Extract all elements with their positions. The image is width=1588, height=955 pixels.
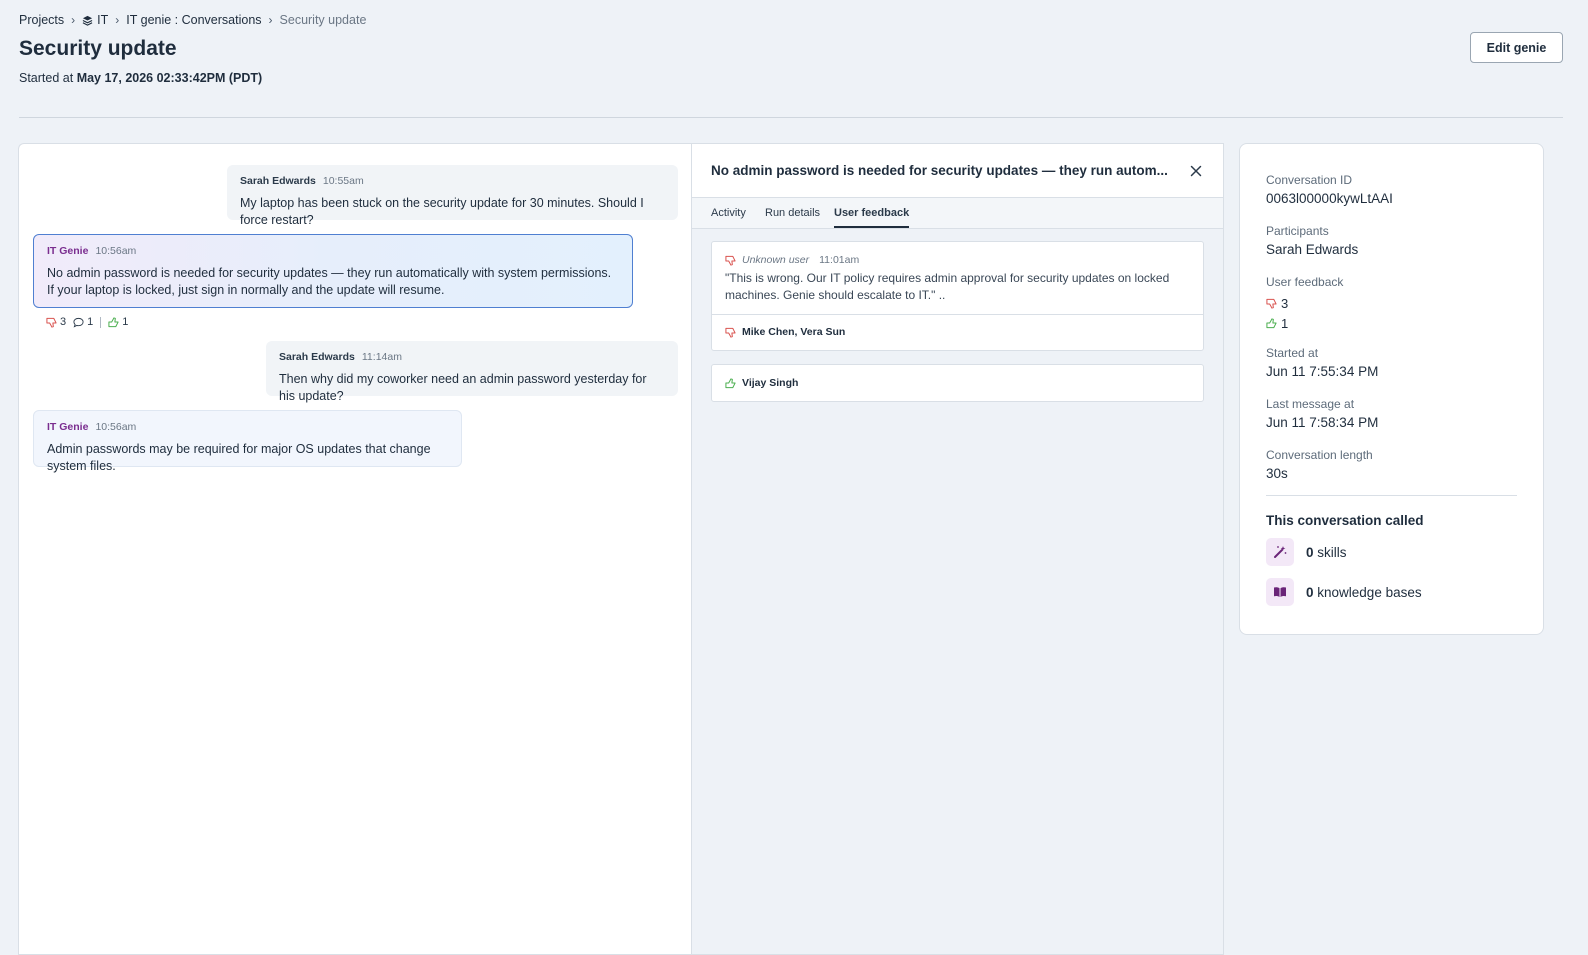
message-author: Sarah Edwards	[240, 175, 316, 187]
thumbs-down-icon	[1266, 298, 1277, 309]
message-text: No admin password is needed for security…	[47, 266, 612, 297]
info-label: Last message at	[1266, 397, 1355, 411]
message-author: IT Genie	[47, 421, 89, 433]
like-count: 1	[122, 316, 129, 328]
info-label: Conversation ID	[1266, 173, 1353, 187]
feedback-user: Unknown user	[742, 254, 810, 266]
thumbs-up-icon	[108, 316, 119, 327]
message-author: Sarah Edwards	[279, 351, 355, 363]
breadcrumb-conversations[interactable]: IT genie : Conversations	[126, 13, 261, 27]
user-feedback-summary: User feedback 3 1	[1266, 275, 1343, 333]
divider	[1266, 495, 1517, 496]
thumbs-down-icon	[725, 327, 736, 338]
detail-tabs: Activity Run details User feedback	[692, 198, 1223, 229]
kb-label: knowledge bases	[1317, 584, 1422, 600]
message-time: 10:55am	[322, 175, 364, 187]
tab-run-details[interactable]: Run details	[765, 207, 820, 226]
info-value: Sarah Edwards	[1266, 242, 1359, 257]
message-text: Admin passwords may be required for majo…	[47, 442, 431, 473]
info-value: Jun 11 7:58:34 PM	[1266, 415, 1379, 430]
message-reactions: 3 1 1	[46, 316, 128, 328]
info-label: Participants	[1266, 224, 1329, 238]
info-value: 30s	[1266, 466, 1288, 481]
like-reaction[interactable]: 1	[108, 316, 128, 328]
message-user[interactable]: Sarah Edwards 10:55am My laptop has been…	[227, 165, 678, 227]
started-at: Started at May 17, 2026 02:33:42PM (PDT)	[19, 71, 262, 85]
breadcrumb-it[interactable]: IT	[82, 13, 108, 27]
message-time: 11:14am	[361, 351, 402, 363]
message-time: 10:56am	[95, 245, 137, 257]
knowledge-bases-row: 0 knowledge bases	[1266, 578, 1422, 606]
message-user[interactable]: Sarah Edwards 11:14am Then why did my co…	[266, 341, 678, 403]
stack-icon	[82, 15, 93, 26]
conversation-info-panel: Conversation ID 0063l00000kywLtAAI Parti…	[1239, 143, 1544, 635]
feedback-names: Vijay Singh	[742, 377, 799, 389]
feedback-others-row: Mike Chen, Vera Sun	[712, 314, 1203, 349]
page-header: Projects › IT › IT genie : Conversations…	[19, 0, 1563, 118]
feedback-quote: "This is wrong. Our IT policy requires a…	[725, 271, 1170, 302]
kb-count: 0	[1306, 584, 1314, 600]
chevron-right-icon: ›	[268, 13, 273, 27]
breadcrumb-current: Security update	[279, 13, 367, 27]
tab-activity[interactable]: Activity	[711, 207, 746, 226]
dislike-summary: 3	[1266, 293, 1343, 313]
message-text: Then why did my coworker need an admin p…	[279, 372, 647, 403]
feedback-positive-row: Vijay Singh	[712, 365, 1203, 401]
detail-header: No admin password is needed for security…	[692, 144, 1223, 198]
thumbs-up-icon	[725, 377, 736, 388]
magic-wand-icon	[1266, 538, 1294, 566]
started-value: May 17, 2026 02:33:42PM (PDT)	[76, 71, 263, 85]
message-genie-selected[interactable]: IT Genie 10:56am No admin password is ne…	[33, 234, 633, 308]
book-icon	[1266, 578, 1294, 606]
dislike-reaction[interactable]: 3	[46, 316, 66, 328]
conversation-panel: Sarah Edwards 10:55am My laptop has been…	[18, 143, 692, 955]
info-value: 0063l00000kywLtAAI	[1266, 191, 1393, 206]
conversation-length: Conversation length 30s	[1266, 448, 1373, 481]
message-author: IT Genie	[47, 245, 89, 257]
feedback-card-negative: Unknown user 11:01am "This is wrong. Our…	[711, 241, 1204, 351]
feedback-card-positive: Vijay Singh	[711, 364, 1204, 402]
started-prefix: Started at	[19, 71, 74, 85]
chevron-right-icon: ›	[71, 13, 76, 27]
participants: Participants Sarah Edwards	[1266, 224, 1358, 257]
info-label: User feedback	[1266, 275, 1344, 289]
edit-genie-button[interactable]: Edit genie	[1470, 32, 1563, 63]
breadcrumb-projects[interactable]: Projects	[19, 13, 64, 27]
dislike-count: 3	[60, 316, 67, 328]
last-message-info: Last message at Jun 11 7:58:34 PM	[1266, 397, 1378, 430]
message-detail-panel: No admin password is needed for security…	[691, 143, 1224, 955]
thumbs-up-icon	[1266, 317, 1277, 328]
info-value: Jun 11 7:55:34 PM	[1266, 364, 1379, 379]
tab-user-feedback[interactable]: User feedback	[834, 207, 910, 228]
comment-reaction[interactable]: 1	[73, 316, 93, 328]
dislike-count: 3	[1281, 295, 1289, 311]
info-label: Conversation length	[1266, 448, 1373, 462]
skills-count: 0	[1306, 544, 1314, 560]
thumbs-down-icon	[46, 317, 57, 328]
skills-row: 0 skills	[1266, 538, 1347, 566]
feedback-others: Mike Chen, Vera Sun	[742, 326, 846, 338]
like-count: 1	[1281, 315, 1289, 331]
close-icon[interactable]	[1187, 162, 1205, 180]
info-label: Started at	[1266, 346, 1319, 360]
breadcrumb: Projects › IT › IT genie : Conversations…	[19, 13, 366, 27]
message-text: My laptop has been stuck on the security…	[240, 196, 644, 227]
comment-count: 1	[87, 316, 94, 328]
reaction-divider	[100, 316, 102, 328]
page-title: Security update	[19, 37, 177, 60]
like-summary: 1	[1266, 313, 1343, 333]
breadcrumb-it-label: IT	[97, 13, 109, 27]
message-time: 10:56am	[95, 421, 137, 433]
chevron-right-icon: ›	[115, 13, 120, 27]
feedback-meta: Unknown user 11:01am	[712, 242, 1203, 266]
detail-title: No admin password is needed for security…	[711, 163, 1168, 178]
message-genie[interactable]: IT Genie 10:56am Admin passwords may be …	[33, 410, 462, 473]
called-title: This conversation called	[1266, 513, 1424, 528]
thumbs-down-icon	[725, 255, 736, 266]
conversation-id: Conversation ID 0063l00000kywLtAAI	[1266, 173, 1393, 206]
started-at-info: Started at Jun 11 7:55:34 PM	[1266, 346, 1378, 379]
feedback-time: 11:01am	[819, 254, 860, 266]
comment-icon	[73, 317, 84, 328]
skills-label: skills	[1317, 544, 1347, 560]
